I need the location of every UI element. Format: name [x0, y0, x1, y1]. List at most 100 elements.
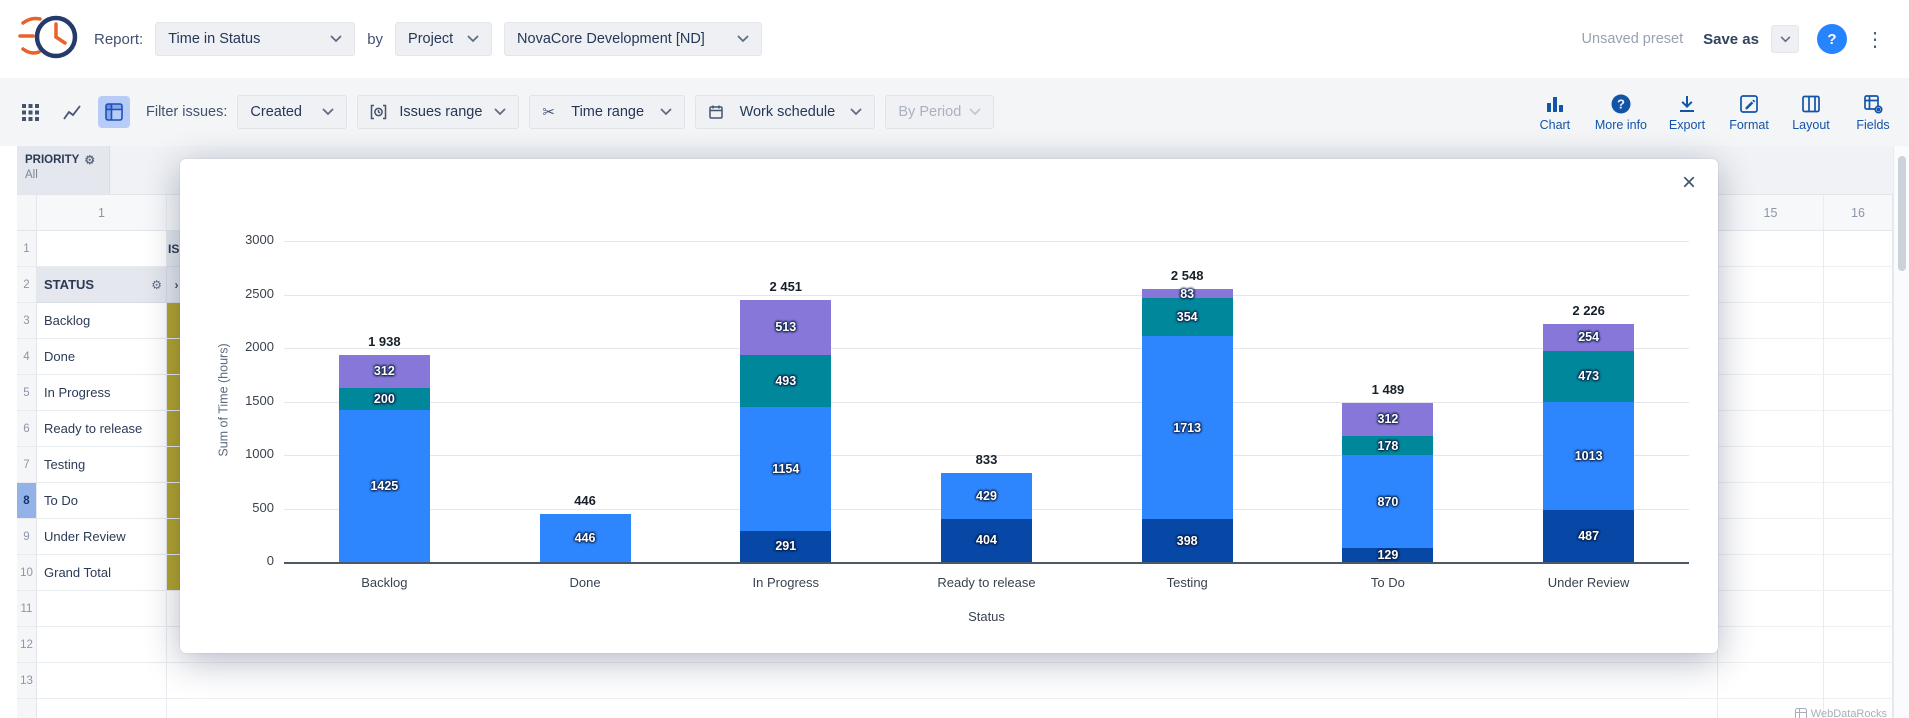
gear-icon[interactable]: ⚙: [84, 153, 95, 167]
work-schedule-dropdown[interactable]: Work schedule: [695, 95, 875, 129]
row-label-cell[interactable]: Grand Total: [37, 555, 167, 591]
row-label: In Progress: [44, 385, 110, 400]
bar-stack[interactable]: 1425200312: [339, 355, 430, 562]
cell[interactable]: [1823, 555, 1893, 591]
bar-segment-label: 493: [775, 374, 796, 388]
bar-total-label: 2 226: [1458, 303, 1719, 318]
more-menu-button[interactable]: ⋮: [1859, 27, 1891, 52]
row-label-cell[interactable]: Backlog: [37, 303, 167, 339]
grid-view-button[interactable]: [14, 96, 46, 128]
bar-stack[interactable]: 404429: [941, 473, 1032, 562]
row-number[interactable]: 4: [17, 339, 37, 375]
row-number[interactable]: 2: [17, 267, 37, 303]
row-number[interactable]: 1: [17, 231, 37, 267]
row-label-cell[interactable]: [37, 663, 167, 699]
cell[interactable]: [1717, 519, 1823, 555]
cell[interactable]: [1717, 231, 1823, 267]
cell[interactable]: [1823, 591, 1893, 627]
group-by-dropdown[interactable]: Project: [395, 22, 492, 56]
row-label-cell[interactable]: Under Review: [37, 519, 167, 555]
scrollbar-thumb[interactable]: [1898, 156, 1906, 271]
cell[interactable]: [1717, 591, 1823, 627]
cell[interactable]: [1717, 447, 1823, 483]
cell[interactable]: [1823, 231, 1893, 267]
cell[interactable]: [1823, 627, 1893, 663]
table-row: 13: [17, 663, 1893, 699]
cell: [167, 699, 186, 718]
row-label-cell[interactable]: [37, 231, 167, 267]
bar-stack[interactable]: 4871013473254: [1543, 324, 1634, 562]
gear-icon[interactable]: ⚙: [151, 278, 162, 292]
row-number[interactable]: 3: [17, 303, 37, 339]
bar-column: 3981713354832 548Testing: [1087, 241, 1288, 562]
bar-stack[interactable]: 2911154493513: [740, 300, 831, 562]
column-header-16[interactable]: 16: [1823, 195, 1893, 231]
chart-view-button[interactable]: [56, 96, 88, 128]
row-label-cell[interactable]: To Do: [37, 483, 167, 519]
help-button[interactable]: ?: [1817, 24, 1847, 54]
project-dropdown[interactable]: NovaCore Development [ND]: [504, 22, 762, 56]
cell[interactable]: [1717, 663, 1823, 699]
cell[interactable]: [1823, 483, 1893, 519]
row-label-cell[interactable]: [37, 591, 167, 627]
chart-button[interactable]: Chart: [1533, 93, 1577, 132]
cell[interactable]: [1823, 267, 1893, 303]
save-as-button[interactable]: Save as: [1703, 31, 1759, 48]
created-filter-dropdown[interactable]: Created: [237, 95, 347, 129]
row-number[interactable]: 7: [17, 447, 37, 483]
report-type-dropdown[interactable]: Time in Status: [155, 22, 355, 56]
save-as-dropdown-button[interactable]: [1771, 25, 1799, 53]
cell[interactable]: [1823, 375, 1893, 411]
bar-segment: 487: [1543, 510, 1634, 562]
row-label-cell[interactable]: In Progress: [37, 375, 167, 411]
bar-stack[interactable]: 446: [540, 514, 631, 562]
layout-button[interactable]: Layout: [1789, 93, 1833, 132]
cell[interactable]: [1823, 411, 1893, 447]
row-label-cell[interactable]: Done: [37, 339, 167, 375]
cell[interactable]: [1717, 303, 1823, 339]
issues-range-dropdown[interactable]: Issues range: [357, 95, 519, 129]
pivot-view-button[interactable]: [98, 96, 130, 128]
row-number[interactable]: 13: [17, 663, 37, 699]
close-icon[interactable]: ×: [1682, 171, 1696, 195]
column-header-1[interactable]: 1: [37, 195, 167, 231]
y-tick-label: 1000: [214, 446, 274, 461]
cell[interactable]: [1717, 411, 1823, 447]
cell[interactable]: [1717, 483, 1823, 519]
time-range-dropdown[interactable]: ✂ Time range: [529, 95, 685, 129]
column-header-15[interactable]: 15: [1717, 195, 1823, 231]
cell[interactable]: [1717, 627, 1823, 663]
row-label-cell[interactable]: [37, 699, 167, 718]
row-label-cell[interactable]: STATUS⚙: [37, 267, 167, 303]
row-number[interactable]: 10: [17, 555, 37, 591]
row-number[interactable]: 6: [17, 411, 37, 447]
bar-stack[interactable]: 398171335483: [1142, 289, 1233, 562]
vertical-scrollbar[interactable]: [1893, 146, 1909, 718]
priority-filter-cell[interactable]: PRIORITY ⚙ All: [17, 146, 110, 194]
row-number[interactable]: 12: [17, 627, 37, 663]
cell[interactable]: [1717, 267, 1823, 303]
row-label-cell[interactable]: Testing: [37, 447, 167, 483]
cell[interactable]: [1823, 339, 1893, 375]
row-number[interactable]: 9: [17, 519, 37, 555]
row-number[interactable]: 11: [17, 591, 37, 627]
cell[interactable]: [1717, 555, 1823, 591]
cell[interactable]: [1823, 519, 1893, 555]
cell[interactable]: [1717, 339, 1823, 375]
cell[interactable]: [1823, 303, 1893, 339]
row-label-cell[interactable]: [37, 627, 167, 663]
cell[interactable]: [1823, 447, 1893, 483]
bar-stack[interactable]: 129870178312: [1342, 403, 1433, 562]
format-button[interactable]: Format: [1727, 93, 1771, 132]
more-info-button[interactable]: ?More info: [1595, 93, 1647, 132]
watermark[interactable]: WebDataRocks: [1795, 708, 1887, 718]
row-label-cell[interactable]: Ready to release: [37, 411, 167, 447]
fields-button[interactable]: Fields: [1851, 93, 1895, 132]
cell[interactable]: [1717, 375, 1823, 411]
cell[interactable]: [1823, 663, 1893, 699]
export-button[interactable]: Export: [1665, 93, 1709, 132]
row-number[interactable]: 5: [17, 375, 37, 411]
row-number[interactable]: 8: [17, 483, 37, 519]
row-number[interactable]: [17, 699, 37, 718]
chevron-down-icon: [330, 35, 342, 43]
